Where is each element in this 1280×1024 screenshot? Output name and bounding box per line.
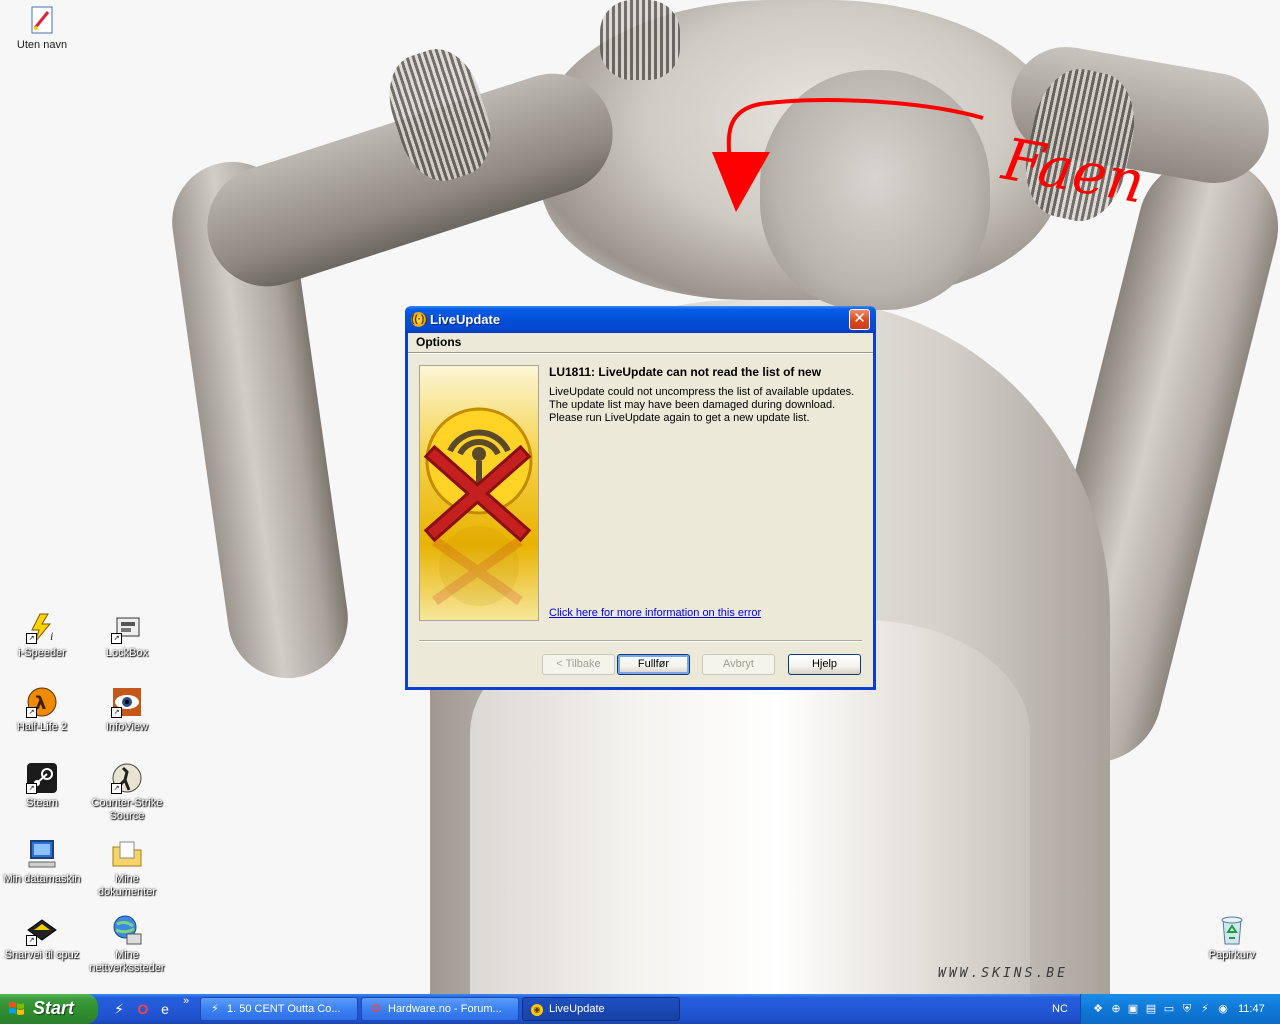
task-label: 1. 50 CENT Outta Co...	[227, 1003, 341, 1015]
half-life-icon: λ ↗	[26, 686, 58, 718]
tray-display-icon[interactable]: ▣	[1126, 1002, 1140, 1016]
start-label: Start	[33, 998, 75, 1018]
counter-strike-icon: ↗	[111, 762, 143, 794]
liveupdate-error-graphic	[419, 365, 539, 621]
finish-button[interactable]: Fullfør	[617, 654, 690, 675]
winamp-icon: ⚡	[211, 1003, 219, 1015]
network-icon	[111, 914, 143, 946]
desktop-icon-i-speeder[interactable]: i ↗ i-Speeder	[2, 612, 82, 660]
error-message: LiveUpdate could not uncompress the list…	[549, 386, 859, 425]
task-label: LiveUpdate	[549, 1003, 605, 1015]
liveupdate-icon: ◉	[530, 1002, 544, 1016]
tray-norton-icon[interactable]: ⛨	[1180, 1002, 1194, 1016]
desktop-icon-label: Mine	[115, 873, 139, 885]
liveupdate-icon: ((·))	[411, 312, 428, 327]
liveupdate-dialog: ((·)) LiveUpdate ✕ Options LU1811: LiveU…	[405, 306, 876, 690]
dialog-titlebar[interactable]: ((·)) LiveUpdate ✕	[405, 306, 876, 333]
desktop-icon-label: Uten navn	[16, 39, 68, 51]
desktop-icon-lockbox[interactable]: ↗ LockBox	[87, 612, 167, 660]
desktop-icon-uten-navn[interactable]: Uten navn	[2, 4, 82, 52]
desktop-icon-label: Min datamaskin	[3, 873, 81, 885]
task-label: Hardware.no - Forum...	[388, 1003, 502, 1015]
desktop-icon-label: LockBox	[105, 647, 149, 659]
taskbar-button-winamp[interactable]: ⚡ 1. 50 CENT Outta Co...	[200, 997, 358, 1021]
more-info-link[interactable]: Click here for more information on this …	[549, 607, 761, 619]
clock[interactable]: 11:47	[1238, 1003, 1265, 1015]
tray-winamp-icon[interactable]: ⚡	[1198, 1002, 1212, 1016]
close-button[interactable]: ✕	[849, 309, 870, 330]
desktop-icon-steam[interactable]: ↗ Steam	[2, 762, 82, 810]
dialog-client-area: Options LU1811: LiveUpdate can not read …	[408, 333, 873, 687]
wallpaper-watermark: WWW.SKINS.BE	[938, 966, 1068, 981]
menu-options[interactable]: Options	[414, 335, 463, 349]
cancel-button[interactable]: Avbryt	[702, 654, 775, 675]
taskbar-button-liveupdate[interactable]: ◉ LiveUpdate	[522, 997, 680, 1021]
tray-network-icon[interactable]: ❖	[1091, 1002, 1105, 1016]
desktop-icon-label: Snarvei til cpuz	[4, 949, 80, 961]
scribble-text: Faen	[997, 125, 1150, 217]
tray-globe-icon[interactable]: ⊕	[1109, 1002, 1123, 1016]
red-scribble: Faen	[712, 98, 1150, 217]
error-message-line: Please run LiveUpdate again to get a new…	[549, 412, 810, 424]
lockbox-icon: ↗	[111, 612, 143, 644]
windows-flag-icon	[9, 1002, 24, 1015]
error-message-line: The update list may have been damaged du…	[549, 399, 836, 411]
divider	[419, 640, 862, 642]
desktop-icon-counter-strike-source[interactable]: ↗ Counter-Strike Source	[87, 762, 167, 823]
desktop-icon-label: Counter-Strike	[91, 797, 163, 809]
svg-text:i: i	[50, 629, 53, 643]
quicklaunch-winamp-icon[interactable]: ⚡	[110, 1000, 128, 1018]
desktop-icon-infoview[interactable]: ↗ InfoView	[87, 686, 167, 734]
help-button[interactable]: Hjelp	[788, 654, 861, 675]
taskbar-button-opera[interactable]: O Hardware.no - Forum...	[361, 997, 519, 1021]
wallpaper-shape	[600, 0, 680, 80]
back-button[interactable]: < Tilbake	[542, 654, 615, 675]
quicklaunch-ie-icon[interactable]: e	[156, 1000, 174, 1018]
desktop-icon-label: InfoView	[106, 721, 148, 733]
eye-icon: ↗	[111, 686, 143, 718]
recycle-bin-icon	[1216, 914, 1248, 946]
tray-volume-icon[interactable]: ◉	[1216, 1002, 1230, 1016]
desktop-icon-min-datamaskin[interactable]: Min datamaskin	[2, 838, 82, 886]
steam-icon: ↗	[26, 762, 58, 794]
divider	[408, 353, 873, 354]
opera-icon: O	[371, 1003, 381, 1015]
desktop-icon-mine-dokumenter[interactable]: Mine dokumenter	[87, 838, 167, 899]
taskbar: Start ⚡ O e » ⚡ 1. 50 CENT Outta Co... O…	[0, 994, 1280, 1024]
start-button[interactable]: Start	[0, 994, 98, 1024]
dialog-title: LiveUpdate	[430, 312, 501, 327]
error-message-line: LiveUpdate could not uncompress the list…	[549, 386, 855, 398]
computer-icon	[26, 838, 58, 870]
folder-icon	[111, 838, 143, 870]
desktop-icon-papirkurv[interactable]: Papirkurv	[1192, 914, 1272, 962]
desktop-icon-label: i-Speeder	[18, 647, 66, 659]
chip-icon: ↗	[26, 914, 58, 946]
error-headline: LU1811: LiveUpdate can not read the list…	[549, 365, 822, 379]
desktop-icon-label: Papirkurv	[1208, 949, 1256, 961]
desktop-icon-snarvei-til-cpuz[interactable]: ↗ Snarvei til cpuz	[2, 914, 82, 962]
paint-icon	[26, 4, 58, 36]
dialog-menubar: Options	[408, 333, 873, 353]
desktop-icon-half-life-2[interactable]: λ ↗ Half-Life 2	[2, 686, 82, 734]
desktop-icon-label: nettverkssteder	[89, 962, 165, 974]
desktop-icon-label: Half-Life 2	[16, 721, 68, 733]
desktop-icon-label: Source	[109, 810, 145, 822]
tray-window-icon[interactable]: ▭	[1162, 1002, 1176, 1016]
language-indicator[interactable]: NC	[1052, 1003, 1068, 1015]
desktop-icon-label: dokumenter	[97, 886, 157, 898]
quicklaunch-more-button[interactable]: »	[183, 995, 189, 1007]
close-icon: ✕	[853, 310, 866, 327]
lightning-icon: i ↗	[26, 612, 58, 644]
desktop-icon-label: Steam	[26, 797, 58, 809]
quicklaunch-opera-icon[interactable]: O	[134, 1000, 152, 1018]
desktop-icon-label: Mine	[115, 949, 139, 961]
tray-card-icon[interactable]: ▤	[1144, 1002, 1158, 1016]
desktop-icon-mine-nettverkssteder[interactable]: Mine nettverkssteder	[87, 914, 167, 975]
